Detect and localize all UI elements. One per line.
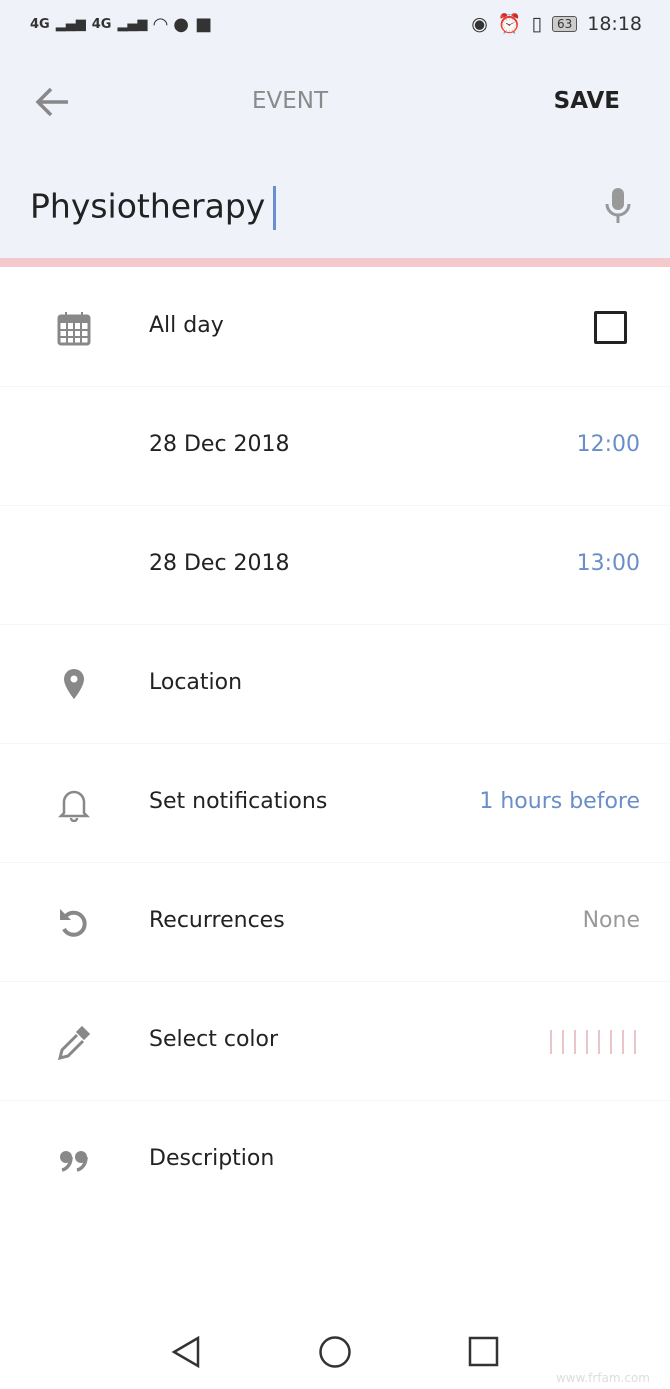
bell-icon (57, 790, 91, 822)
time: 18:18 (587, 12, 642, 35)
select-color-label: Select color (149, 1027, 279, 1052)
phone-icon: ● (173, 14, 189, 35)
color-swatch[interactable] (634, 1030, 636, 1054)
end-date-row[interactable]: 28 Dec 2018 13:00 (0, 506, 670, 625)
recurrences-label: Recurrences (149, 908, 285, 933)
microphone-icon[interactable] (604, 188, 632, 224)
eyedropper-icon (57, 1025, 91, 1060)
signal-icon: 4G (91, 17, 112, 32)
all-day-checkbox[interactable] (594, 311, 627, 344)
recurrences-row[interactable]: Recurrences None (0, 863, 670, 982)
signal-icon: 4G (30, 17, 50, 32)
page-title: EVENT (251, 88, 329, 114)
end-date[interactable]: 28 Dec 2018 (149, 551, 290, 576)
start-time[interactable]: 12:00 (577, 432, 640, 457)
app-icon: ■ (195, 14, 213, 35)
wifi-icon: ◠ (153, 14, 168, 35)
color-swatch[interactable] (610, 1030, 612, 1054)
description-label: Description (149, 1146, 275, 1171)
select-color-row[interactable]: Select color (0, 982, 670, 1101)
color-swatch[interactable] (574, 1030, 576, 1054)
calendar-icon (57, 312, 91, 346)
location-row[interactable]: Location (0, 625, 670, 744)
undo-icon (60, 909, 87, 937)
all-day-label: All day (149, 313, 224, 338)
nav-back-icon[interactable] (170, 1335, 202, 1369)
all-day-row[interactable]: All day (0, 268, 670, 387)
alarm-icon: ⏰ (497, 13, 522, 35)
color-swatch[interactable] (562, 1030, 564, 1054)
text-cursor (273, 186, 277, 230)
color-swatches[interactable] (550, 1030, 636, 1054)
watermark: www.frfam.com (555, 1371, 650, 1385)
eye-icon: ◉ (471, 12, 488, 35)
description-row[interactable]: Description (0, 1101, 670, 1220)
status-bar: 4G ▂▄▆ 4G ▂▄▆ ◠ ● ■ ◉ ⏰ ▯ 63 18:18 (30, 12, 642, 36)
location-pin-icon (64, 669, 84, 699)
navigation-bar (0, 1333, 670, 1373)
event-name-input[interactable]: Physiotherapy (30, 186, 277, 230)
color-swatch[interactable] (550, 1030, 552, 1054)
recurrences-value[interactable]: None (583, 908, 640, 933)
notifications-value[interactable]: 1 hours before (479, 789, 640, 814)
nav-recents-icon[interactable] (468, 1336, 500, 1368)
start-date-row[interactable]: 28 Dec 2018 12:00 (0, 387, 670, 506)
notifications-row[interactable]: Set notifications 1 hours before (0, 744, 670, 863)
battery-icon: 63 (551, 15, 578, 32)
vibrate-icon: ▯ (531, 12, 542, 35)
quote-icon (60, 1151, 88, 1172)
color-swatch[interactable] (586, 1030, 588, 1054)
end-time[interactable]: 13:00 (577, 551, 640, 576)
location-label: Location (149, 670, 243, 695)
save-button[interactable]: SAVE (554, 88, 620, 114)
start-date[interactable]: 28 Dec 2018 (149, 432, 290, 457)
nav-home-icon[interactable] (318, 1335, 352, 1369)
color-bar (0, 258, 670, 267)
color-swatch[interactable] (622, 1030, 624, 1054)
notifications-label: Set notifications (149, 789, 328, 814)
color-swatch[interactable] (598, 1030, 600, 1054)
